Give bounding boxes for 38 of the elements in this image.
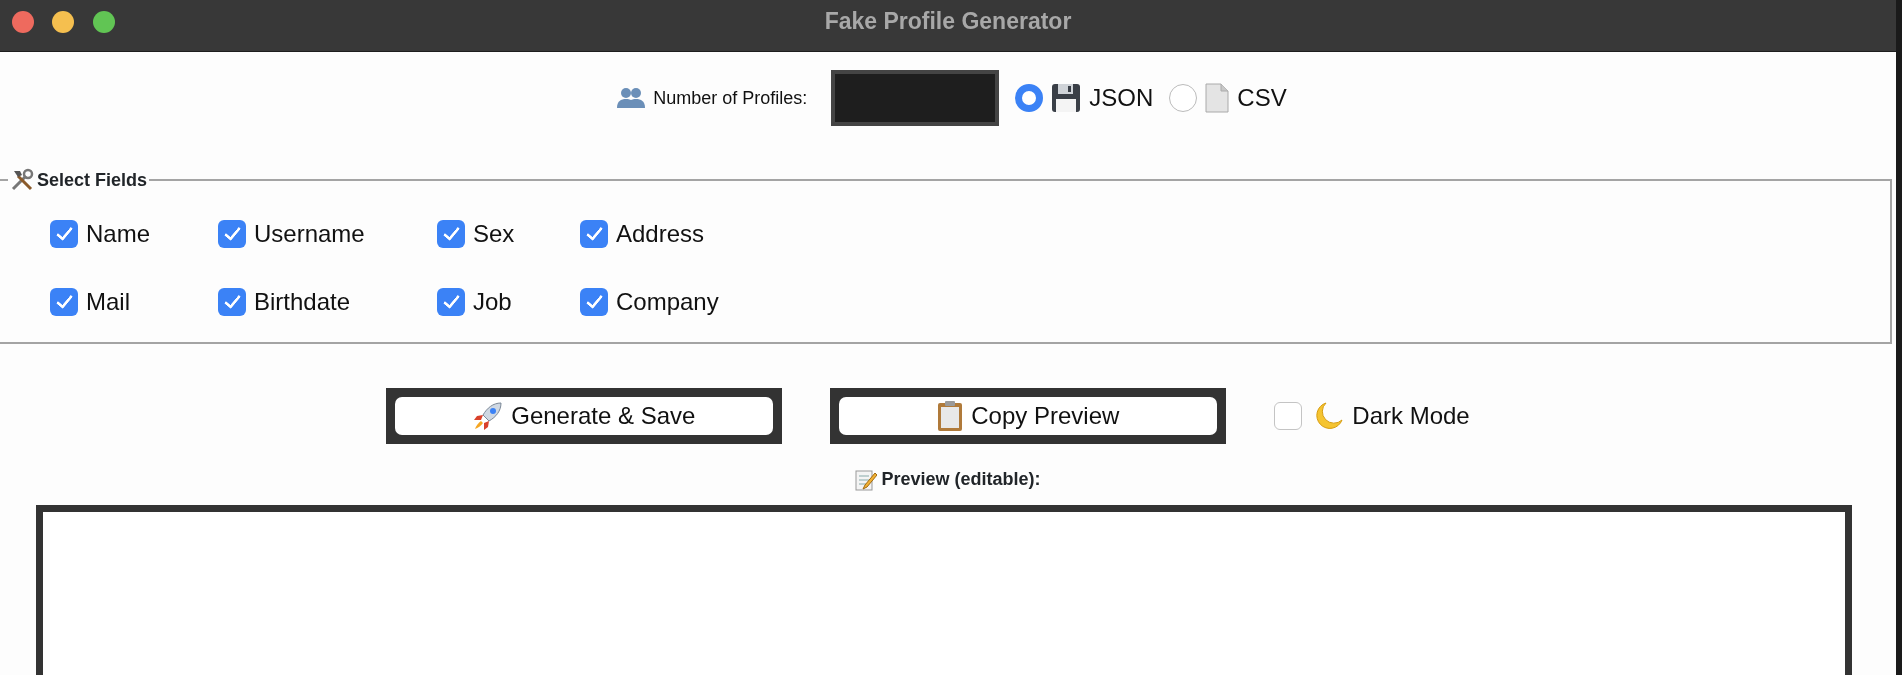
rocket-icon [473, 401, 504, 431]
maximize-button[interactable] [93, 11, 115, 33]
number-input[interactable] [831, 70, 1000, 126]
checkbox-label: Mail [86, 287, 130, 317]
checkbox-label: Name [86, 219, 151, 249]
format-radio[interactable]: JSON [1015, 80, 1154, 116]
tools-icon [10, 168, 34, 192]
group-title: Select Fields [37, 169, 148, 192]
minimize-button[interactable] [52, 11, 74, 33]
document-icon [1205, 83, 1230, 113]
people-icon [617, 87, 646, 109]
clipboard-icon [937, 400, 964, 432]
checkbox-label: Sex [473, 219, 515, 249]
format-radio[interactable]: CSV [1169, 80, 1287, 116]
checkbox-label: Username [254, 219, 365, 249]
action-button[interactable]: Copy Preview [830, 388, 1227, 444]
memo-icon [855, 468, 878, 491]
checkbox[interactable] [218, 220, 246, 248]
checkbox[interactable] [580, 220, 608, 248]
checkbox[interactable] [50, 288, 78, 316]
checkbox[interactable] [50, 220, 78, 248]
checkbox[interactable] [218, 288, 246, 316]
checkbox-label: Dark Mode [1352, 401, 1470, 431]
checkbox[interactable] [580, 288, 608, 316]
close-button[interactable] [12, 11, 34, 33]
checkbox[interactable] [437, 288, 465, 316]
checkbox[interactable] [437, 220, 465, 248]
action-button[interactable]: Generate & Save [386, 388, 783, 444]
checkbox[interactable] [1274, 402, 1303, 430]
window-title: Fake Profile Generator [824, 8, 1072, 34]
checkbox-label: Job [473, 287, 512, 317]
preview-textarea[interactable] [36, 505, 1852, 675]
checkbox-label: Address [616, 219, 705, 249]
moon-icon [1314, 401, 1345, 431]
checkbox-label: Company [616, 287, 719, 317]
field-label: Number of Profiles: [653, 86, 808, 110]
checkbox-label: Birthdate [254, 287, 351, 317]
preview-label: Preview (editable): [881, 468, 1041, 491]
